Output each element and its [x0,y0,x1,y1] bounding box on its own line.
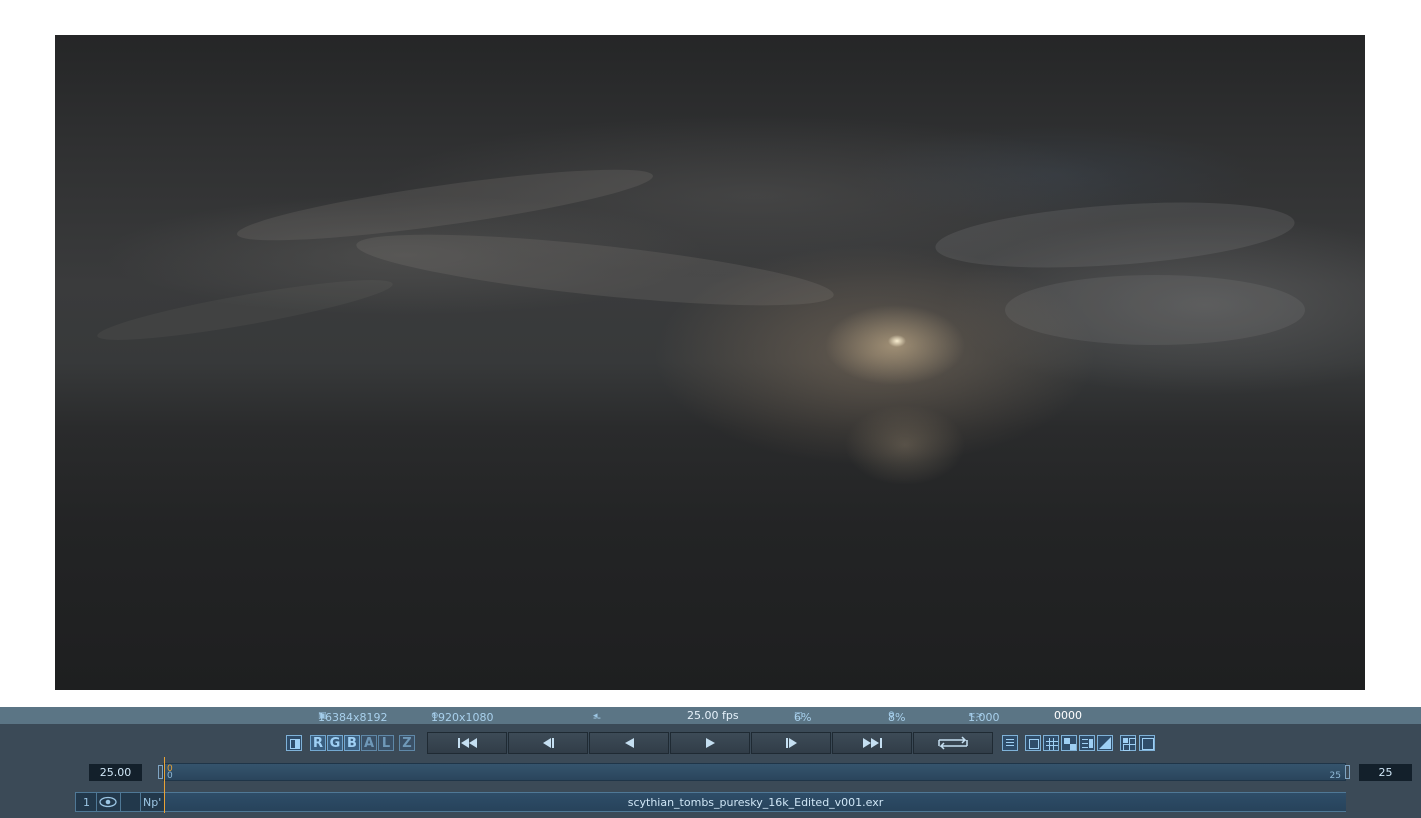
checker-button[interactable] [1061,735,1077,751]
loop-icon [938,736,968,750]
go-to-start-button[interactable] [427,732,507,754]
wipe-icon [1099,737,1111,749]
eye-icon[interactable] [98,793,118,811]
wipe-button[interactable] [1097,735,1113,751]
fullscreen-button[interactable] [1139,735,1155,751]
play-icon [705,738,715,748]
layer-index: 1 [83,795,90,809]
layer-mode[interactable]: Np' [143,793,161,811]
clip-bar[interactable]: scythian_tombs_puresky_16k_Edited_v001.e… [164,793,1346,811]
step-back-button[interactable] [508,732,588,754]
cloud-streak [933,192,1297,278]
step-forward-button[interactable] [751,732,831,754]
loop-button[interactable] [913,732,993,754]
fps-display: 25.00 fps [687,709,739,722]
channel-l-button[interactable]: L [378,735,394,751]
stack-button[interactable] [1079,735,1095,751]
channel-b-button[interactable]: B [344,735,360,751]
divider [140,793,141,811]
split-view-icon[interactable] [286,735,302,751]
timeline-track[interactable]: 0 0 25 [163,763,1346,781]
step-forward-icon [785,738,797,748]
image-viewer[interactable] [55,35,1365,690]
frame-counter: 0000 [1054,709,1082,722]
safe-frame-button[interactable] [1025,735,1041,751]
layout-button[interactable] [1120,735,1136,751]
start-tick-bottom: 0 [167,771,173,781]
step-back-icon [542,738,554,748]
channel-r-button[interactable]: R [310,735,326,751]
play-reverse-button[interactable] [589,732,669,754]
go-to-end-button[interactable] [832,732,912,754]
end-tick: 25 [1329,771,1341,781]
play-reverse-icon [624,738,634,748]
go-to-start-icon [457,738,477,748]
playhead[interactable] [164,757,165,813]
divider [96,793,97,811]
cloud-streak [1005,275,1305,345]
fps-field[interactable]: 25.00 [89,764,142,781]
channel-g-button[interactable]: G [327,735,343,751]
end-frame-field[interactable]: 25 [1359,764,1412,781]
grid-button[interactable] [1043,735,1059,751]
channel-a-button[interactable]: A [361,735,377,751]
cloud-streak [353,220,837,320]
go-to-end-icon [862,738,882,748]
play-button[interactable] [670,732,750,754]
list-view-button[interactable] [1002,735,1018,751]
status-bar: ▣ 16384x8192 ⊕ 1920x1080 ◂ -- 25.00 fps □ 6%… [0,707,1421,724]
timeline-end-handle[interactable] [1345,765,1350,779]
divider [120,793,121,811]
cloud-streak [94,269,396,351]
channel-z-button[interactable]: Z [399,735,415,751]
